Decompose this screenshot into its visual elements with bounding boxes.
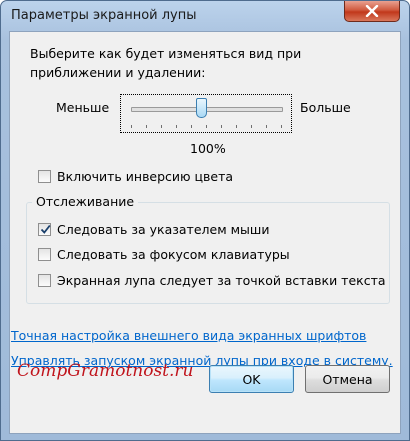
slider-tick xyxy=(161,125,162,128)
slider-tick xyxy=(146,125,147,128)
watermark-text: CompGramotnost.ru xyxy=(17,361,194,381)
slider-tick xyxy=(251,125,252,128)
follow-text-cursor-option[interactable]: Экранная лупа следует за точкой вставки … xyxy=(38,271,386,289)
follow-keyboard-checkbox[interactable] xyxy=(38,247,51,261)
ok-button[interactable]: OK xyxy=(209,365,294,393)
slider-tick xyxy=(281,125,282,128)
slider-tick xyxy=(191,125,192,128)
window-title: Параметры экранной лупы xyxy=(11,8,197,23)
invert-colors-checkbox[interactable] xyxy=(38,169,51,183)
zoom-description: Выберите как будет изменяться вид при пр… xyxy=(30,46,302,80)
follow-text-cursor-checkbox[interactable] xyxy=(38,273,51,287)
slider-tick xyxy=(176,125,177,128)
slider-tick xyxy=(206,125,207,128)
slider-tick xyxy=(266,125,267,128)
follow-keyboard-label: Следовать за фокусом клавиатуры xyxy=(57,246,290,262)
slider-tick xyxy=(131,125,132,128)
font-tuning-link[interactable]: Точная настройка внешнего вида экранных … xyxy=(11,328,366,343)
follow-text-cursor-label: Экранная лупа следует за точкой вставки … xyxy=(57,272,386,288)
slider-tick xyxy=(236,125,237,128)
title-bar[interactable]: Параметры экранной лупы xyxy=(1,1,409,31)
invert-colors-option[interactable]: Включить инверсию цвета xyxy=(38,167,233,185)
slider-tick xyxy=(221,125,222,128)
checkmark-icon xyxy=(40,224,51,234)
slider-track[interactable] xyxy=(131,107,283,112)
follow-keyboard-option[interactable]: Следовать за фокусом клавиатуры xyxy=(38,245,290,263)
close-button[interactable] xyxy=(344,1,400,22)
zoom-percent: 100% xyxy=(190,141,226,156)
follow-mouse-checkbox[interactable] xyxy=(38,222,51,236)
follow-mouse-label: Следовать за указателем мыши xyxy=(57,221,270,237)
invert-colors-label: Включить инверсию цвета xyxy=(57,168,234,184)
magnifier-options-dialog: Параметры экранной лупы Выберите как буд… xyxy=(0,0,410,441)
tracking-group-title: Отслеживание xyxy=(32,194,139,209)
zoom-max-label: Больше xyxy=(300,100,351,115)
zoom-slider[interactable] xyxy=(120,94,292,133)
cancel-button[interactable]: Отмена xyxy=(305,365,390,393)
slider-thumb[interactable] xyxy=(196,98,207,118)
follow-mouse-option[interactable]: Следовать за указателем мыши xyxy=(38,220,269,238)
zoom-min-label: Меньше xyxy=(56,100,110,115)
